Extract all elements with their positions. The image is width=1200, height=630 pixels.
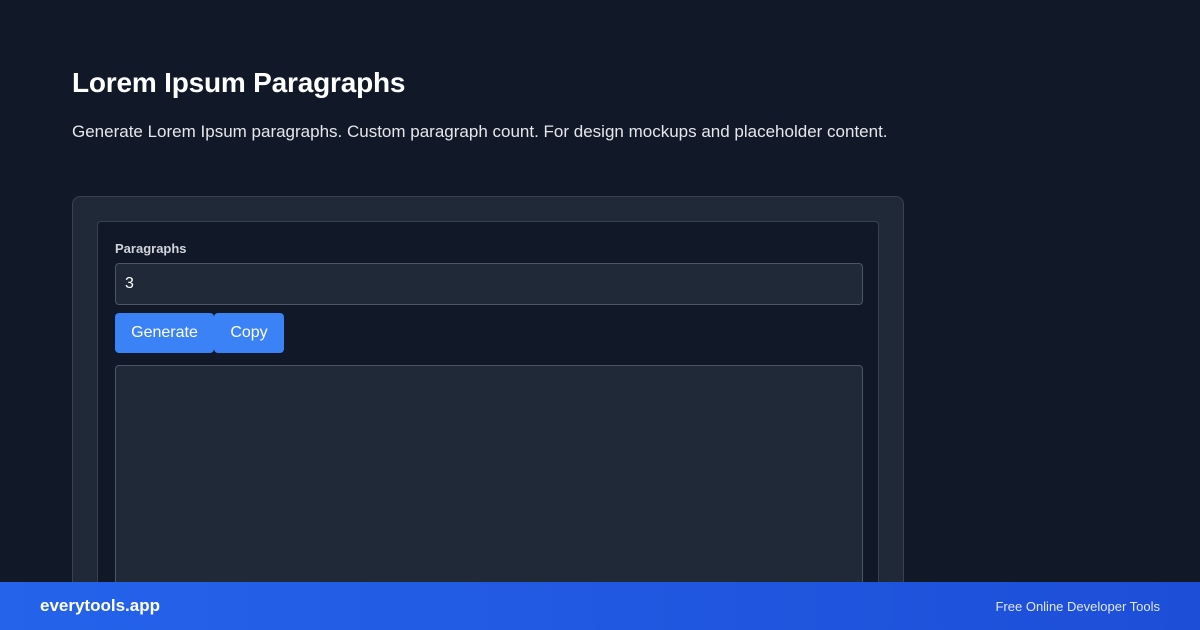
footer-tagline: Free Online Developer Tools xyxy=(995,598,1160,614)
page-header: Lorem Ipsum Paragraphs Generate Lorem Ip… xyxy=(72,66,904,146)
generate-button[interactable]: Generate xyxy=(115,313,214,353)
paragraphs-label: Paragraphs xyxy=(115,241,187,256)
generator-panel: Paragraphs Generate Copy xyxy=(97,221,879,630)
copy-button[interactable]: Copy xyxy=(214,313,284,353)
footer-brand[interactable]: everytools.app xyxy=(40,596,160,616)
page-description: Generate Lorem Ipsum paragraphs. Custom … xyxy=(72,122,888,141)
page: Lorem Ipsum Paragraphs Generate Lorem Ip… xyxy=(0,0,1200,630)
footer-bar: everytools.app Free Online Developer Too… xyxy=(0,582,1200,630)
page-title: Lorem Ipsum Paragraphs xyxy=(72,67,406,98)
paragraphs-input[interactable] xyxy=(115,263,863,305)
tool-card: Paragraphs Generate Copy xyxy=(72,196,904,630)
action-buttons: Generate Copy xyxy=(115,313,284,353)
